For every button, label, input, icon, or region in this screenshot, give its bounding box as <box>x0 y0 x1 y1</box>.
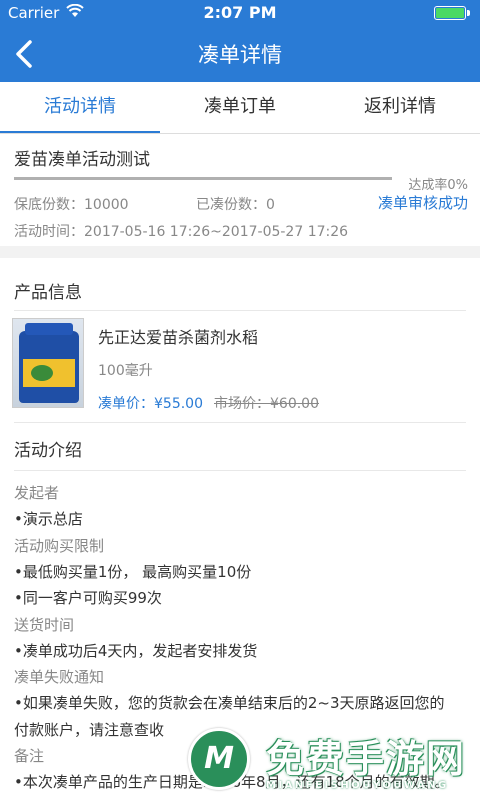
group-price: 凑单价：¥55.00 <box>98 393 203 413</box>
intro-heading: 发起者 <box>14 484 60 502</box>
divider <box>14 470 466 471</box>
group-price-value: ¥55.00 <box>154 396 203 412</box>
app-header: Carrier 2:07 PM 凑单详情 <box>0 0 480 82</box>
tab-bar: 活动详情 凑单订单 返利详情 <box>0 82 480 134</box>
status-bar: Carrier 2:07 PM <box>0 0 480 26</box>
collected-row: 已凑份数：0 <box>196 194 275 214</box>
intro-line: •同一客户可购买99次 <box>14 589 162 608</box>
watermark-logo: M <box>188 728 250 790</box>
intro-heading: 备注 <box>14 747 45 765</box>
activity-name: 爱苗凑单活动测试 <box>14 150 150 170</box>
activity-time-row: 活动时间：2017-05-16 17:26~2017-05-27 17:26 <box>14 221 348 241</box>
battery-icon <box>434 6 470 20</box>
divider <box>14 310 466 311</box>
guarantee-value: 10000 <box>84 197 129 213</box>
progress-rate: 达成率0% <box>408 178 468 193</box>
intro-heading: 凑单失败通知 <box>14 668 105 687</box>
tab-label: 活动详情 <box>44 96 116 117</box>
intro-section-title: 活动介绍 <box>14 441 82 461</box>
group-price-label: 凑单价： <box>98 396 154 412</box>
progress-bar <box>14 177 392 180</box>
tab-activity-details[interactable]: 活动详情 <box>0 82 160 134</box>
tab-label: 凑单订单 <box>204 96 276 117</box>
guarantee-label: 保底份数： <box>14 197 84 213</box>
tab-orders[interactable]: 凑单订单 <box>160 82 320 134</box>
divider <box>14 422 466 423</box>
watermark-subtext: MIANFEISHOUYOUWANG <box>266 780 449 791</box>
activity-time-label: 活动时间： <box>14 224 84 240</box>
activity-time-value: 2017-05-16 17:26~2017-05-27 17:26 <box>84 224 349 240</box>
watermark: M 免费手游网 MIANFEISHOUYOUWANG <box>188 712 480 800</box>
nav-bar: 凑单详情 <box>0 26 480 82</box>
status-time: 2:07 PM <box>203 3 277 22</box>
intro-line: •如果凑单失败，您的货款会在凑单结束后的2~3天原路返回您的 <box>14 694 445 713</box>
product-section-title: 产品信息 <box>14 283 82 303</box>
watermark-text: 免费手游网 <box>266 737 467 781</box>
intro-line: •演示总店 <box>14 510 83 529</box>
intro-line: 付款账户，请注意查收 <box>14 720 165 739</box>
intro-line: •最低购买量1份， 最高购买量10份 <box>14 562 252 581</box>
market-price: 市场价：¥60.00 <box>214 393 319 413</box>
product-image[interactable] <box>12 318 84 408</box>
intro-heading: 活动购买限制 <box>14 536 105 555</box>
intro-line: •凑单成功后4天内，发起者安排发货 <box>14 641 258 660</box>
activity-status[interactable]: 凑单审核成功 <box>378 192 468 213</box>
intro-heading: 送货时间 <box>14 615 75 634</box>
product-name[interactable]: 先正达爱苗杀菌剂水稻 <box>98 324 258 348</box>
market-price-value: ¥60.00 <box>270 396 319 412</box>
page-title: 凑单详情 <box>198 43 282 67</box>
tab-rebate-details[interactable]: 返利详情 <box>320 82 480 134</box>
product-spec: 100毫升 <box>98 363 153 379</box>
market-price-label: 市场价： <box>214 396 270 412</box>
collected-label: 已凑份数： <box>196 197 266 213</box>
tab-label: 返利详情 <box>364 96 436 117</box>
collected-value: 0 <box>266 197 275 213</box>
guarantee-row: 保底份数：10000 <box>14 194 129 214</box>
activity-summary-card: 爱苗凑单活动测试 达成率0% 保底份数：10000 已凑份数：0 凑单审核成功 … <box>0 134 480 246</box>
